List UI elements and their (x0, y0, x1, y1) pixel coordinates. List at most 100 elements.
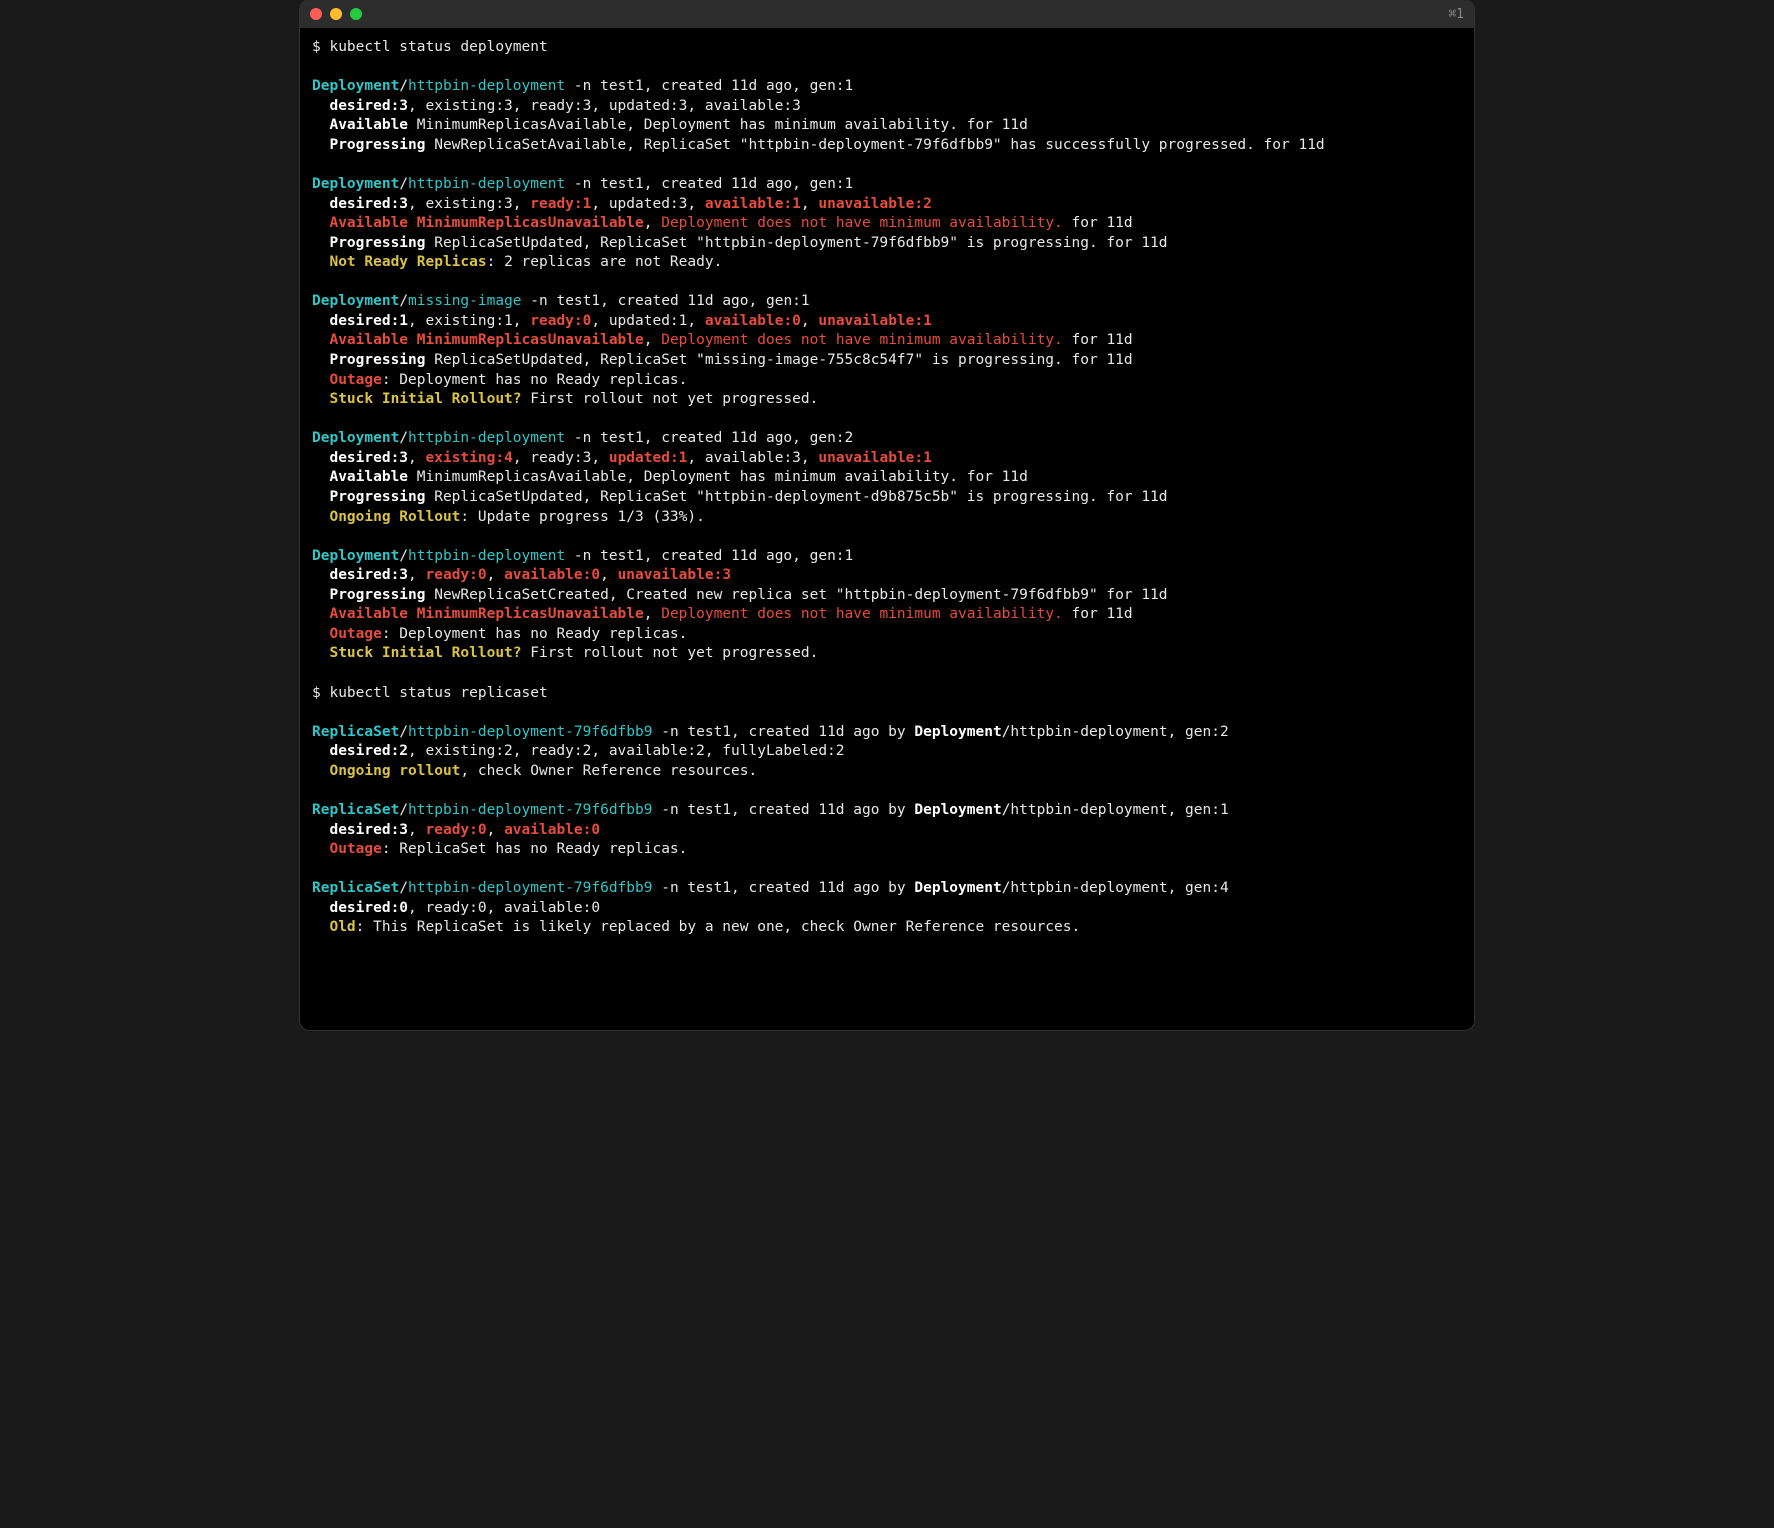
terminal-text: MinimumReplicasUnavailable (417, 332, 644, 348)
terminal-text: Outage (312, 626, 382, 642)
terminal-text: -n test1, created 11d ago by (652, 880, 914, 896)
terminal-line: Deployment/missing-image -n test1, creat… (312, 292, 1462, 312)
terminal-text: Stuck Initial Rollout? (312, 645, 522, 661)
terminal-line (312, 703, 1462, 723)
terminal-line: Deployment/httpbin-deployment -n test1, … (312, 175, 1462, 195)
terminal-line: Stuck Initial Rollout? First rollout not… (312, 644, 1462, 664)
terminal-text: : Deployment has no Ready replicas. (382, 372, 688, 388)
terminal-text: Deployment (312, 548, 399, 564)
terminal-line: desired:3, ready:0, available:0, unavail… (312, 566, 1462, 586)
terminal-line: Deployment/httpbin-deployment -n test1, … (312, 547, 1462, 567)
terminal-text: available:1 (705, 196, 801, 212)
terminal-text: /httpbin-deployment, gen:2 (1002, 724, 1229, 740)
terminal-text: httpbin-deployment-79f6dfbb9 (408, 880, 652, 896)
terminal-text: Available (312, 117, 417, 133)
terminal-text: $ (312, 39, 329, 55)
terminal-text: ready:1 (530, 196, 591, 212)
terminal-line (312, 273, 1462, 293)
terminal-line (312, 781, 1462, 801)
terminal-line: Progressing ReplicaSetUpdated, ReplicaSe… (312, 234, 1462, 254)
terminal-text: NewReplicaSetAvailable, ReplicaSet "http… (434, 137, 1324, 153)
titlebar: ⌘1 (300, 0, 1474, 28)
terminal-line: desired:0, ready:0, available:0 (312, 899, 1462, 919)
terminal-text: unavailable:3 (618, 567, 732, 583)
terminal-line: Progressing NewReplicaSetCreated, Create… (312, 586, 1462, 606)
terminal-text: MinimumReplicasAvailable, Deployment has… (417, 469, 1028, 485)
terminal-text: Not Ready Replicas (312, 254, 487, 270)
terminal-line (312, 155, 1462, 175)
terminal-text: : Deployment has no Ready replicas. (382, 626, 688, 642)
terminal-text: : ReplicaSet has no Ready replicas. (382, 841, 688, 857)
terminal-text: NewReplicaSetCreated, Created new replic… (434, 587, 1167, 603)
terminal-text: Deployment (914, 802, 1001, 818)
terminal-text: Available (312, 215, 417, 231)
terminal-line: Stuck Initial Rollout? First rollout not… (312, 390, 1462, 410)
terminal-text: / (399, 548, 408, 564)
terminal-line: Outage: Deployment has no Ready replicas… (312, 371, 1462, 391)
terminal-text: / (399, 78, 408, 94)
terminal-text: desired:0 (312, 900, 408, 916)
terminal-text: , existing:3, ready:3, updated:3, availa… (408, 98, 801, 114)
terminal-text: , updated:1, (591, 313, 705, 329)
terminal-text: / (399, 176, 408, 192)
terminal-text: -n test1, created 11d ago by (652, 724, 914, 740)
terminal-line: desired:3, existing:4, ready:3, updated:… (312, 449, 1462, 469)
terminal-text: , ready:3, (513, 450, 609, 466)
terminal-text: ready:0 (426, 567, 487, 583)
terminal-text: -n test1, created 11d ago, gen:1 (522, 293, 810, 309)
terminal-text: Deployment (312, 78, 399, 94)
terminal-text: , updated:3, (591, 196, 705, 212)
terminal-text: MinimumReplicasUnavailable (417, 215, 644, 231)
terminal-text: , (487, 822, 504, 838)
terminal-text: Old (312, 919, 356, 935)
terminal-line (312, 664, 1462, 684)
terminal-text: Deployment (312, 176, 399, 192)
terminal-text: ReplicaSetUpdated, ReplicaSet "httpbin-d… (434, 235, 1167, 251)
terminal-text: Deployment (312, 430, 399, 446)
terminal-line: Progressing ReplicaSetUpdated, ReplicaSe… (312, 488, 1462, 508)
terminal-line: Progressing NewReplicaSetAvailable, Repl… (312, 136, 1462, 156)
terminal-text: desired:2 (312, 743, 408, 759)
terminal-text: , (408, 822, 425, 838)
terminal-text: : Update progress 1/3 (33%). (460, 509, 704, 525)
terminal-text: Progressing (312, 352, 434, 368)
maximize-icon[interactable] (350, 8, 362, 20)
terminal-text: ready:0 (530, 313, 591, 329)
terminal-text: -n test1, created 11d ago by (652, 802, 914, 818)
terminal-text: : This ReplicaSet is likely replaced by … (356, 919, 1081, 935)
titlebar-shortcut: ⌘1 (1448, 7, 1464, 22)
terminal-text: Outage (312, 841, 382, 857)
terminal-line: desired:3, existing:3, ready:3, updated:… (312, 97, 1462, 117)
terminal-text: Deployment does not have minimum availab… (661, 215, 1063, 231)
terminal-text: desired:3 (312, 567, 408, 583)
terminal-text: unavailable:2 (818, 196, 932, 212)
terminal-text: / (399, 724, 408, 740)
terminal-line: $ kubectl status deployment (312, 38, 1462, 58)
terminal-text: desired:3 (312, 450, 408, 466)
terminal-text: / (399, 293, 408, 309)
close-icon[interactable] (310, 8, 322, 20)
terminal-text: ready:0 (426, 822, 487, 838)
terminal-text: desired:1 (312, 313, 408, 329)
terminal-text: -n test1, created 11d ago, gen:1 (565, 78, 853, 94)
terminal-text: unavailable:1 (818, 313, 932, 329)
terminal-output[interactable]: $ kubectl status deployment Deployment/h… (300, 28, 1474, 1030)
terminal-text: ReplicaSetUpdated, ReplicaSet "missing-i… (434, 352, 1132, 368)
terminal-text: $ (312, 685, 329, 701)
terminal-text: , check Owner Reference resources. (460, 763, 757, 779)
terminal-text: Stuck Initial Rollout? (312, 391, 522, 407)
terminal-text: Deployment (914, 880, 1001, 896)
terminal-text: ReplicaSet (312, 880, 399, 896)
minimize-icon[interactable] (330, 8, 342, 20)
terminal-text: , (644, 606, 661, 622)
terminal-line: Available MinimumReplicasAvailable, Depl… (312, 116, 1462, 136)
terminal-text: , ready:0, available:0 (408, 900, 600, 916)
terminal-text: First rollout not yet progressed. (522, 645, 819, 661)
terminal-text: Progressing (312, 489, 434, 505)
terminal-text: httpbin-deployment (408, 78, 565, 94)
terminal-line: desired:1, existing:1, ready:0, updated:… (312, 312, 1462, 332)
terminal-text: Ongoing rollout (312, 763, 460, 779)
terminal-text: Deployment does not have minimum availab… (661, 606, 1063, 622)
terminal-text: for 11d (1063, 332, 1133, 348)
terminal-text: Deployment (914, 724, 1001, 740)
